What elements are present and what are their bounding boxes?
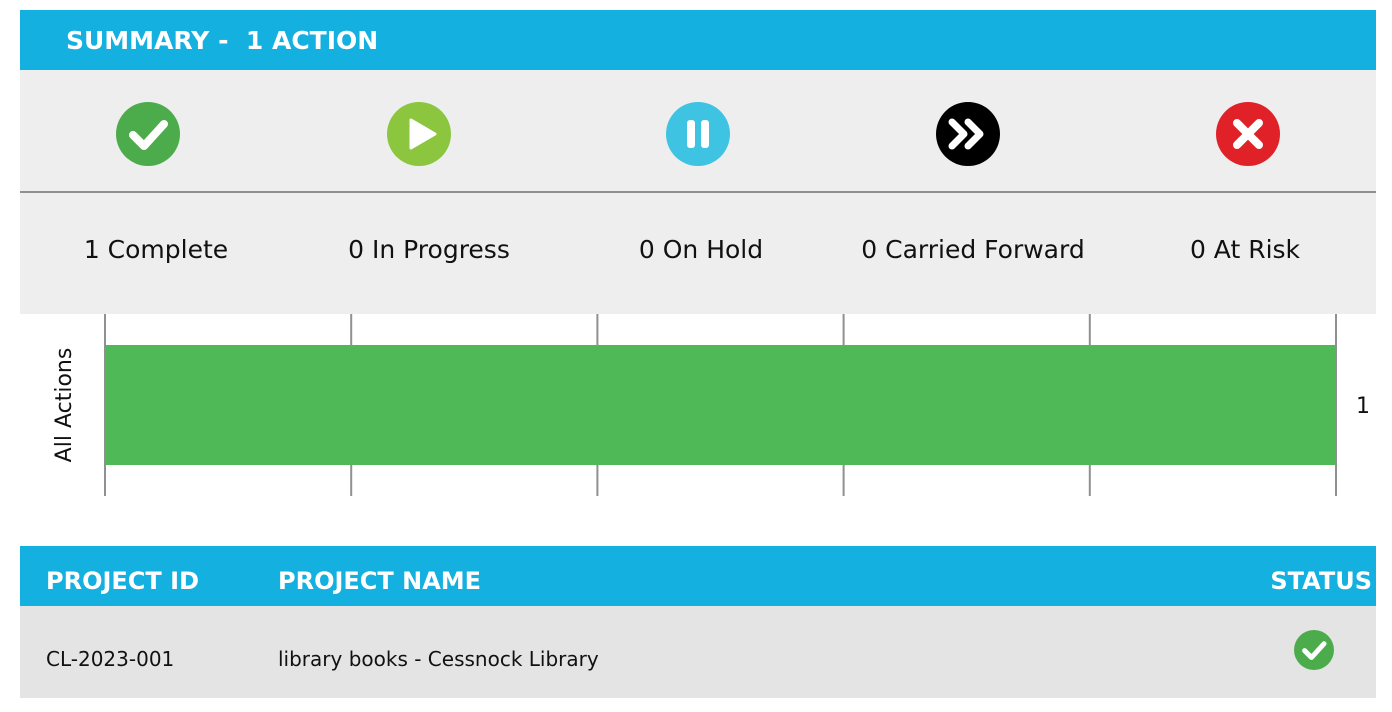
fast-forward-circle-icon bbox=[936, 102, 1000, 166]
status-count-row: 1 Complete 0 In Progress 0 On Hold 0 Car… bbox=[20, 230, 1376, 270]
summary-panel: 1 Complete 0 In Progress 0 On Hold 0 Car… bbox=[20, 70, 1376, 314]
count-on-hold: 0 On Hold bbox=[638, 235, 764, 264]
chart-value-label: 1 bbox=[1356, 394, 1370, 419]
cell-project-id: CL-2023-001 bbox=[46, 647, 175, 671]
count-complete: 1 Complete bbox=[83, 235, 229, 264]
projects-table: PROJECT ID PROJECT NAME STATUS CL-2023-0… bbox=[20, 546, 1376, 698]
summary-divider bbox=[20, 191, 1376, 193]
summary-title: SUMMARY - 1 ACTION bbox=[66, 25, 379, 55]
table-row[interactable]: CL-2023-001 library books - Cessnock Lib… bbox=[20, 606, 1376, 698]
count-carried-forward: 0 Carried Forward bbox=[861, 235, 1085, 264]
table-header: PROJECT ID PROJECT NAME STATUS bbox=[20, 546, 1376, 606]
cell-project-name: library books - Cessnock Library bbox=[278, 647, 599, 671]
chart-category-label: All Actions bbox=[52, 348, 77, 463]
play-circle-icon bbox=[387, 102, 451, 166]
count-at-risk: 0 At Risk bbox=[1189, 235, 1301, 264]
chart-bar bbox=[105, 345, 1336, 465]
actions-bar-chart: 1 All Actions bbox=[0, 314, 1392, 499]
check-circle-icon bbox=[1294, 630, 1334, 670]
status-icon-row bbox=[20, 70, 1376, 191]
summary-header: SUMMARY - 1 ACTION bbox=[20, 10, 1376, 70]
pause-circle-icon bbox=[666, 102, 730, 166]
count-in-progress: 0 In Progress bbox=[348, 235, 510, 264]
x-circle-icon bbox=[1216, 102, 1280, 166]
check-circle-icon bbox=[116, 102, 180, 166]
